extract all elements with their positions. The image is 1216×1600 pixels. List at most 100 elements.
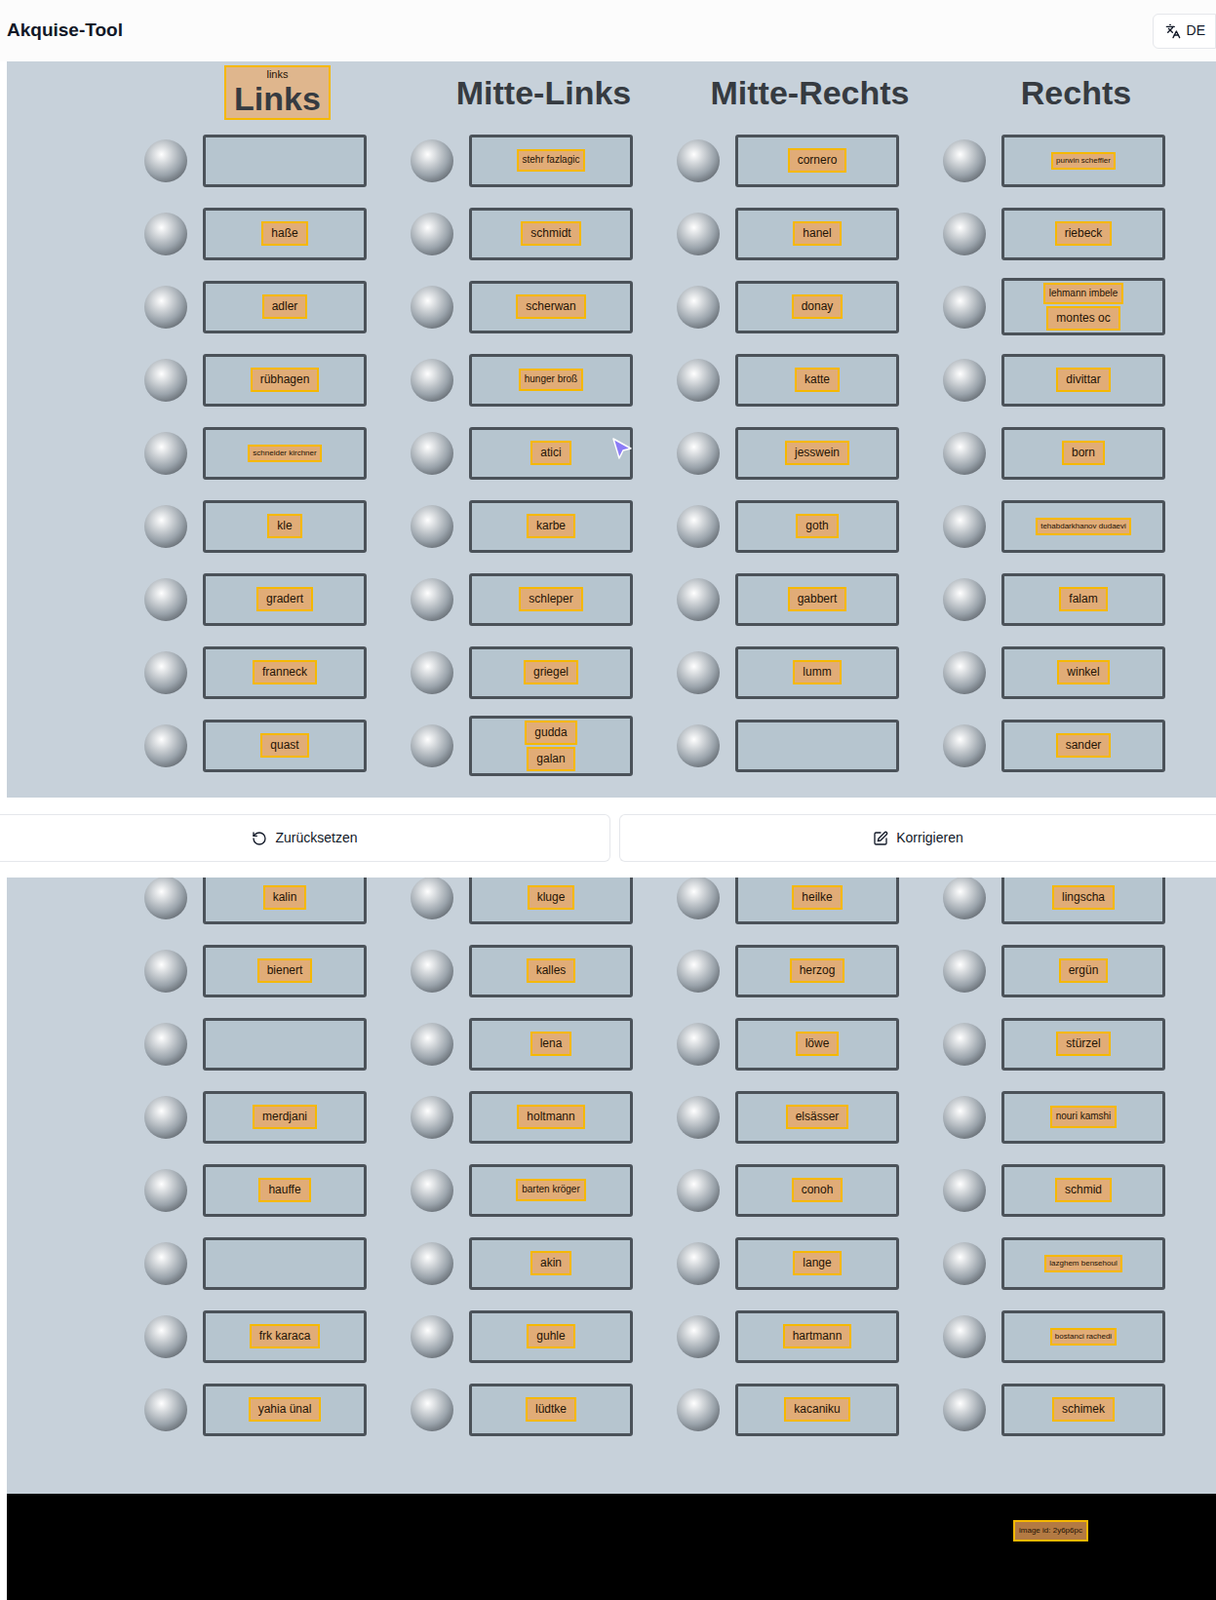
bell-button[interactable] xyxy=(410,651,454,695)
name-label[interactable]: nouri kamshi xyxy=(1050,1105,1118,1129)
name-label[interactable]: akin xyxy=(530,1251,572,1276)
bell-button[interactable] xyxy=(410,949,454,993)
bell-button[interactable] xyxy=(410,431,454,475)
bell-button[interactable] xyxy=(942,1022,986,1066)
name-label[interactable]: divittar xyxy=(1056,367,1110,393)
name-label[interactable]: kluge xyxy=(527,885,576,910)
name-label[interactable]: purwin scheffler xyxy=(1051,152,1116,170)
name-label[interactable]: guhle xyxy=(526,1324,575,1349)
bell-button[interactable] xyxy=(144,1388,188,1432)
bell-button[interactable] xyxy=(942,949,986,993)
bell-button[interactable] xyxy=(410,578,454,622)
bell-button[interactable] xyxy=(676,431,720,475)
name-label[interactable]: tehabdarkhanov dudaevi xyxy=(1035,517,1132,536)
bell-button[interactable] xyxy=(942,1388,986,1432)
bell-button[interactable] xyxy=(676,1022,720,1066)
bell-button[interactable] xyxy=(676,1096,720,1139)
bell-button[interactable] xyxy=(144,651,188,695)
name-label[interactable]: heilke xyxy=(791,885,842,910)
bell-button[interactable] xyxy=(144,358,188,402)
bell-button[interactable] xyxy=(676,505,720,549)
bell-button[interactable] xyxy=(410,1388,454,1432)
name-label[interactable]: karbe xyxy=(526,513,576,539)
name-label[interactable]: schmid xyxy=(1055,1177,1112,1203)
bell-button[interactable] xyxy=(410,724,454,768)
name-label[interactable]: hauffe xyxy=(258,1177,311,1203)
language-button[interactable]: DE xyxy=(1152,13,1216,49)
name-label[interactable]: hartmann xyxy=(783,1324,853,1349)
name-label[interactable]: ergün xyxy=(1059,958,1109,983)
bell-button[interactable] xyxy=(144,212,188,256)
bell-button[interactable] xyxy=(144,724,188,768)
bell-button[interactable] xyxy=(144,1169,188,1213)
bell-button[interactable] xyxy=(410,212,454,256)
name-label[interactable]: donay xyxy=(791,294,844,319)
name-label[interactable]: franneck xyxy=(252,660,317,685)
name-label[interactable]: riebeck xyxy=(1055,221,1113,246)
name-label[interactable]: kalin xyxy=(263,885,308,910)
name-label[interactable]: lehmann imbele xyxy=(1043,282,1125,306)
bell-button[interactable] xyxy=(410,877,454,920)
bell-button[interactable] xyxy=(144,578,188,622)
name-label[interactable]: lange xyxy=(792,1251,841,1276)
name-label[interactable]: yahia ünal xyxy=(248,1397,322,1422)
bell-button[interactable] xyxy=(942,724,986,768)
bell-button[interactable] xyxy=(144,431,188,475)
name-label[interactable]: kle xyxy=(267,513,302,539)
bell-button[interactable] xyxy=(942,651,986,695)
name-label[interactable]: conoh xyxy=(791,1177,844,1203)
name-label[interactable]: lingscha xyxy=(1052,885,1115,910)
name-label[interactable]: löwe xyxy=(795,1031,840,1057)
bell-button[interactable] xyxy=(676,1315,720,1359)
name-label[interactable]: barten kröger xyxy=(515,1178,586,1202)
bell-button[interactable] xyxy=(410,505,454,549)
name-label[interactable]: haße xyxy=(261,221,308,246)
bell-button[interactable] xyxy=(410,285,454,329)
name-label[interactable]: herzog xyxy=(789,958,846,983)
bell-button[interactable] xyxy=(942,1315,986,1359)
bell-button[interactable] xyxy=(942,1242,986,1286)
name-label[interactable]: quast xyxy=(260,733,309,758)
bell-button[interactable] xyxy=(942,285,986,329)
bell-button[interactable] xyxy=(676,1242,720,1286)
bell-button[interactable] xyxy=(144,139,188,183)
correct-button[interactable]: Korrigieren xyxy=(619,814,1216,863)
name-label[interactable]: gudda xyxy=(524,720,577,746)
name-label[interactable]: schleper xyxy=(518,587,583,612)
name-label[interactable]: elsässer xyxy=(785,1104,850,1130)
bell-button[interactable] xyxy=(410,358,454,402)
name-label[interactable]: katte xyxy=(794,367,840,393)
bell-button[interactable] xyxy=(942,877,986,920)
bell-button[interactable] xyxy=(144,505,188,549)
name-label[interactable]: rübhagen xyxy=(250,367,320,393)
bell-button[interactable] xyxy=(144,1022,188,1066)
name-label[interactable]: stürzel xyxy=(1056,1031,1110,1057)
name-label[interactable]: stehr fazlagic xyxy=(516,149,587,172)
bell-button[interactable] xyxy=(676,139,720,183)
name-label[interactable]: frk karaca xyxy=(249,1324,321,1349)
reset-button[interactable]: Zurücksetzen xyxy=(0,814,611,863)
name-label[interactable]: gabbert xyxy=(787,587,848,612)
image-id-label[interactable]: image id: 2y6p6pc xyxy=(1013,1520,1089,1542)
name-label[interactable]: bostanci rachedi xyxy=(1050,1328,1117,1346)
bell-button[interactable] xyxy=(144,949,188,993)
bell-button[interactable] xyxy=(144,1242,188,1286)
name-label[interactable]: bienert xyxy=(257,958,314,983)
name-label[interactable]: sander xyxy=(1056,733,1112,758)
name-label[interactable]: merdjani xyxy=(252,1104,317,1130)
name-label[interactable]: jesswein xyxy=(784,440,850,466)
name-label[interactable]: cornero xyxy=(787,148,848,173)
bell-button[interactable] xyxy=(942,1096,986,1139)
name-label[interactable]: holtmann xyxy=(516,1104,585,1130)
bell-button[interactable] xyxy=(144,877,188,920)
bell-button[interactable] xyxy=(410,1022,454,1066)
bell-button[interactable] xyxy=(942,505,986,549)
bell-button[interactable] xyxy=(942,139,986,183)
bell-button[interactable] xyxy=(676,651,720,695)
bell-button[interactable] xyxy=(144,285,188,329)
bell-button[interactable] xyxy=(410,139,454,183)
bell-button[interactable] xyxy=(942,431,986,475)
bell-button[interactable] xyxy=(676,358,720,402)
name-label[interactable]: lazghem bensehoul xyxy=(1044,1255,1122,1273)
bell-button[interactable] xyxy=(676,724,720,768)
